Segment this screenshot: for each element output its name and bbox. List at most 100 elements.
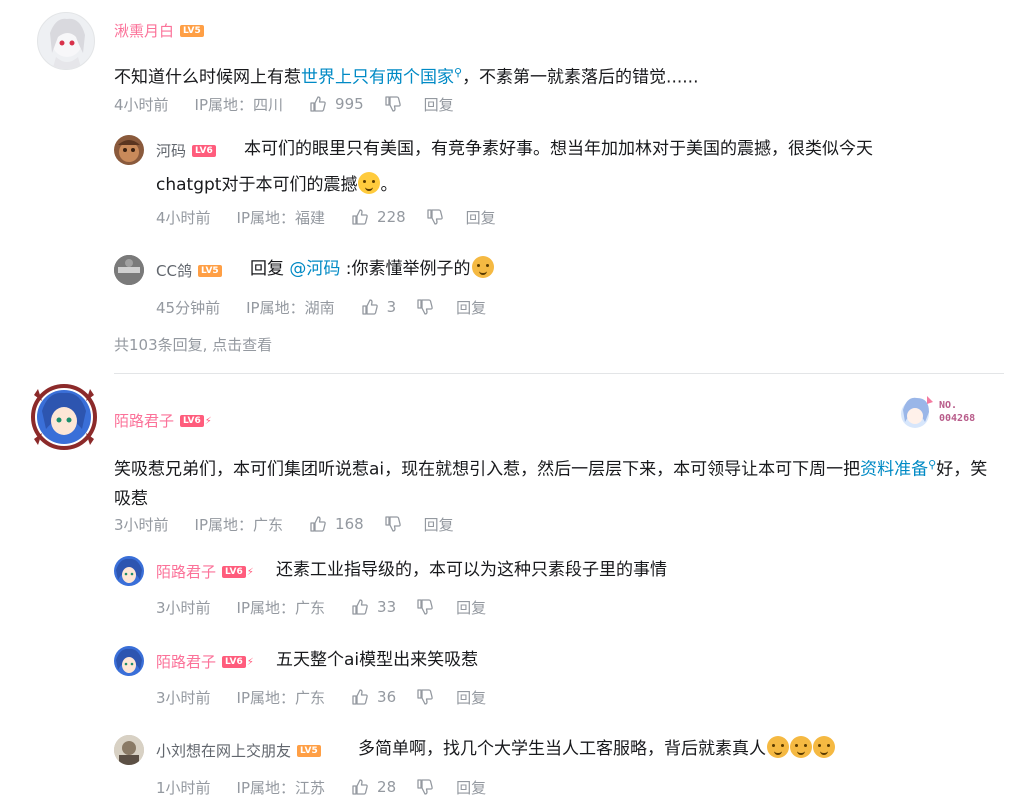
reply-text: chatgpt对于本可们的震撼 。 [156, 169, 876, 202]
avatar[interactable] [37, 12, 95, 70]
timestamp: 4小时前 [156, 208, 211, 227]
thumbs-down-icon [417, 779, 433, 795]
search-link[interactable]: 资料准 [860, 460, 911, 480]
comment-text-part: 笑吸惹兄弟们，本可们集团听说惹ai，现在就想引入惹，然后一层层下来，本可领导让本… [114, 459, 861, 480]
avatar-image [114, 735, 144, 765]
comment-text-part: 不知道什么时候网上有惹 [114, 67, 301, 88]
thumbs-up-icon [361, 299, 378, 315]
reply-button[interactable]: 回复 [456, 597, 486, 618]
reply-text-part: 本可们的眼里只有美国，有竞争素好事。想当年加加林对于美国的震撼，很类似今天 [244, 139, 873, 159]
timestamp: 4小时前 [114, 95, 169, 114]
reply-meta: 3小时前 IP属地：广东 33 回复 [156, 597, 486, 617]
timestamp: 1小时前 [156, 778, 211, 797]
thumbs-down-icon [417, 689, 433, 705]
ip-location: IP属地：广东 [236, 598, 326, 617]
timestamp: 3小时前 [114, 515, 169, 534]
like-button[interactable]: 3 [361, 298, 397, 316]
level-badge: LV6 [180, 414, 204, 427]
avatar-image [50, 18, 85, 69]
username[interactable]: 湫熏月白 LV5 [114, 20, 204, 41]
like-count: 33 [377, 598, 397, 616]
reply-button[interactable]: 回复 [424, 514, 454, 535]
thumbs-up-icon [352, 599, 368, 615]
username[interactable]: 小刘想在网上交朋友 LV5 [156, 740, 321, 761]
avatar-with-frame[interactable] [28, 381, 100, 453]
dislike-button[interactable] [416, 598, 434, 616]
dislike-button[interactable] [384, 515, 402, 533]
like-count: 228 [377, 208, 406, 226]
thumbs-down-icon [385, 96, 401, 112]
ip-location: IP属地：广东 [236, 688, 326, 707]
like-button[interactable]: 28 [351, 778, 396, 796]
like-button[interactable]: 33 [351, 598, 396, 616]
avatar[interactable] [114, 135, 144, 165]
avatar-image [116, 648, 142, 673]
like-count: 168 [335, 515, 364, 533]
avatar[interactable] [114, 735, 144, 765]
level-badge: LV6 [222, 565, 246, 578]
dislike-button[interactable] [416, 688, 434, 706]
search-link[interactable]: 世界上只有两个国家 [301, 68, 454, 88]
dislike-button[interactable] [426, 208, 444, 226]
username[interactable]: 陌路君子 LV6 ⚡ [156, 651, 254, 672]
view-more-replies-link[interactable]: 共103条回复, 点击查看 [114, 334, 272, 355]
username-text[interactable]: CC鸽 [156, 262, 192, 280]
ip-location: IP属地：江苏 [236, 778, 326, 797]
avatar[interactable] [114, 255, 144, 285]
reply-prefix: 回复 [250, 259, 284, 279]
comment-text-part: ，不素第一就素落后的错觉...... [462, 67, 699, 88]
lightning-icon: ⚡ [246, 657, 254, 668]
reply-meta: 3小时前 IP属地：广东 36 回复 [156, 687, 486, 707]
fan-badge-label: NO. [939, 400, 958, 411]
dislike-button[interactable] [416, 298, 434, 316]
reply-text-part: :你素懂举例子的 [340, 259, 471, 279]
username-text[interactable]: 小刘想在网上交朋友 [156, 742, 291, 760]
ip-location: IP属地：福建 [236, 208, 326, 227]
username[interactable]: 陌路君子 LV6 ⚡ [114, 410, 212, 431]
username-text[interactable]: 湫熏月白 [114, 22, 174, 40]
avatar-image [114, 255, 144, 285]
reply-meta: 45分钟前 IP属地：湖南 3 回复 [156, 297, 486, 317]
reply-text-part: 五天整个ai模型出来笑吸惹 [276, 650, 479, 670]
mention-link[interactable]: @河码 [289, 259, 340, 279]
like-button[interactable]: 228 [351, 208, 406, 226]
reply-button[interactable]: 回复 [456, 687, 486, 708]
like-button[interactable]: 168 [309, 515, 364, 533]
ip-location: IP属地：广东 [194, 515, 284, 534]
username-text[interactable]: 河码 [156, 142, 186, 160]
reply-button[interactable]: 回复 [456, 297, 486, 318]
username-text[interactable]: 陌路君子 [114, 412, 174, 430]
avatar[interactable] [114, 646, 144, 676]
username-text[interactable]: 陌路君子 [156, 653, 216, 671]
thumbs-down-icon [385, 516, 401, 532]
reply-meta: 4小时前 IP属地：福建 228 回复 [156, 207, 496, 227]
username-text[interactable]: 陌路君子 [156, 563, 216, 581]
dislike-button[interactable] [416, 778, 434, 796]
reply-text: 多简单啊，找几个大学生当人工客服略，背后就素真人 [358, 733, 978, 766]
like-button[interactable]: 995 [309, 95, 364, 113]
search-icon[interactable]: ⚲ [928, 458, 936, 471]
like-count: 36 [377, 688, 397, 706]
like-count: 995 [335, 95, 364, 113]
avatar[interactable] [114, 556, 144, 586]
level-badge: LV5 [180, 24, 204, 37]
fan-badge-avatar-icon [901, 396, 933, 428]
avatar-image [31, 384, 97, 450]
dislike-button[interactable] [384, 95, 402, 113]
like-button[interactable]: 36 [351, 688, 396, 706]
fan-badge[interactable]: NO. 004268 [897, 392, 997, 432]
reply-button[interactable]: 回复 [456, 777, 486, 798]
search-link[interactable]: 备 [911, 460, 928, 480]
username[interactable]: 河码 LV6 [156, 140, 216, 161]
like-count: 3 [386, 298, 397, 316]
username[interactable]: CC鸽 LV5 [156, 260, 222, 281]
username[interactable]: 陌路君子 LV6 ⚡ [156, 561, 254, 582]
lightning-icon: ⚡ [204, 416, 212, 427]
level-badge: LV6 [192, 144, 216, 157]
comment-text: 不知道什么时候网上有惹世界上只有两个国家⚲，不素第一就素落后的错觉...... [114, 59, 994, 92]
reply-button[interactable]: 回复 [466, 207, 496, 228]
reply-button[interactable]: 回复 [424, 94, 454, 115]
dog-emoji-icon [790, 736, 812, 758]
fan-badge-number: 004268 [939, 413, 976, 424]
search-icon[interactable]: ⚲ [454, 66, 462, 79]
